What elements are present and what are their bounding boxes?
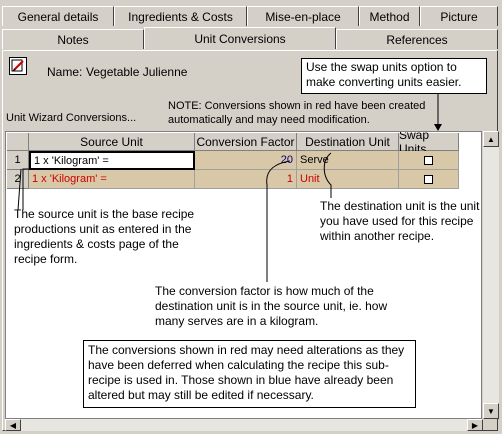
source-unit-callout: The source unit is the base recipe produ… bbox=[14, 207, 195, 266]
destination-unit-callout: The destination unit is the unit you hav… bbox=[320, 199, 480, 243]
conversion-factor-callout: The conversion factor is how much of the… bbox=[155, 284, 388, 328]
red-conversions-callout: The conversions shown in red may need al… bbox=[83, 340, 416, 408]
tab-unit-conversions[interactable]: Unit Conversions bbox=[144, 27, 336, 49]
